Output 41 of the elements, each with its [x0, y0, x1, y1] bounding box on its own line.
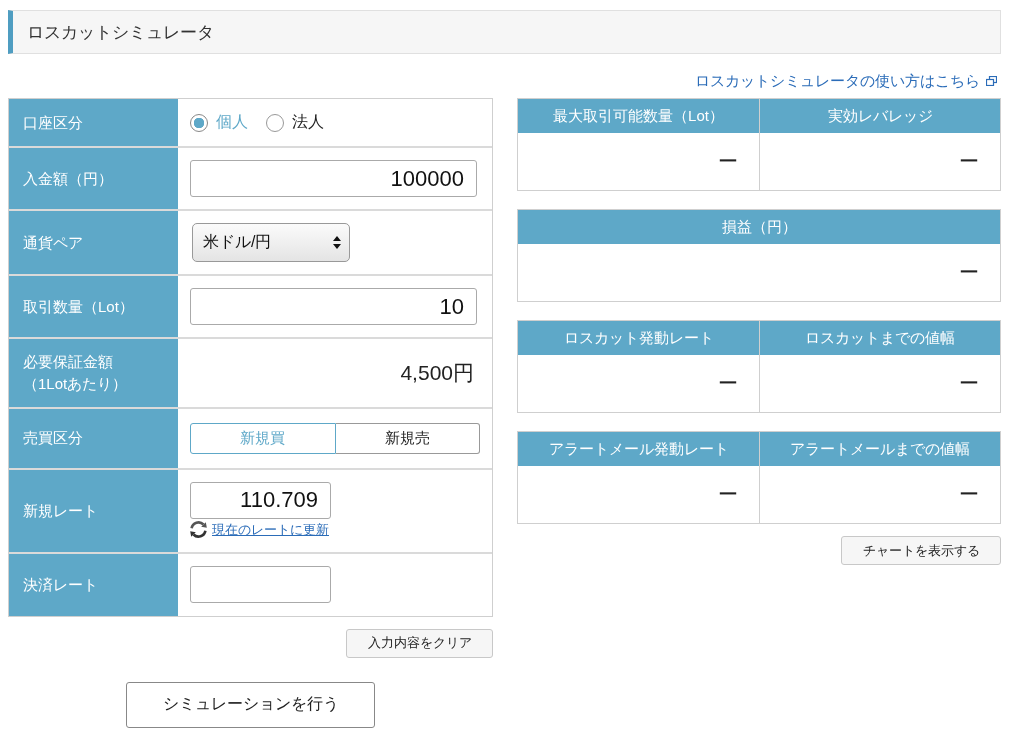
field-label: 新規レート	[23, 500, 98, 521]
help-link[interactable]: ロスカットシミュレータの使い方はこちら	[695, 71, 997, 91]
column-header: ロスカット発動レート	[518, 321, 759, 355]
toggle-button[interactable]: 新規売	[335, 422, 480, 454]
input-field[interactable]: 10	[190, 288, 477, 325]
field-label: 入金額（円）	[23, 168, 113, 189]
result-value: ー	[959, 260, 979, 285]
update-rate-link[interactable]: 現在のレートに更新	[212, 520, 329, 539]
radio-button[interactable]	[190, 113, 208, 132]
column-header: アラートメールまでの値幅	[759, 432, 1000, 466]
clear-button[interactable]: 入力内容をクリア	[346, 628, 493, 658]
refresh-icon	[190, 521, 207, 538]
field-label: 売買区分	[23, 428, 83, 449]
chart-button[interactable]: チャートを表示する	[841, 536, 1001, 565]
field-label: 取引数量（Lot）	[23, 296, 134, 317]
input-field[interactable]: 110.709	[190, 481, 331, 519]
field-label: 口座区分	[23, 112, 83, 133]
field-label: 必要保証金額（1Lotあたり）	[23, 352, 129, 394]
result-value: ー	[959, 482, 979, 507]
column-header: 最大取引可能数量（Lot）	[518, 99, 759, 133]
result-value: ー	[959, 149, 979, 174]
column-header: 損益（円）	[518, 210, 1000, 244]
currency-select[interactable]: 米ドル/円	[192, 223, 350, 262]
radio-option[interactable]: 法人	[266, 112, 324, 133]
result-value: ー	[718, 482, 738, 507]
column-header: アラートメール発動レート	[518, 432, 759, 466]
column-header: ロスカットまでの値幅	[759, 321, 1000, 355]
result-value: ー	[959, 371, 979, 396]
input-field[interactable]	[190, 565, 331, 603]
radio-button[interactable]	[266, 113, 284, 132]
page-title: ロスカットシミュレータ	[27, 21, 214, 44]
external-link-icon	[986, 76, 997, 86]
result-value: ー	[718, 371, 738, 396]
simulate-button[interactable]: シミュレーションを行う	[126, 681, 375, 728]
input-field[interactable]: 100000	[190, 160, 477, 197]
field-label: 決済レート	[23, 574, 98, 595]
up-down-arrows-icon	[333, 236, 341, 249]
field-label: 通貨ペア	[23, 232, 83, 253]
result-value: ー	[718, 149, 738, 174]
margin-value: 4,500円	[400, 359, 474, 386]
column-header: 実効レバレッジ	[759, 99, 1000, 133]
